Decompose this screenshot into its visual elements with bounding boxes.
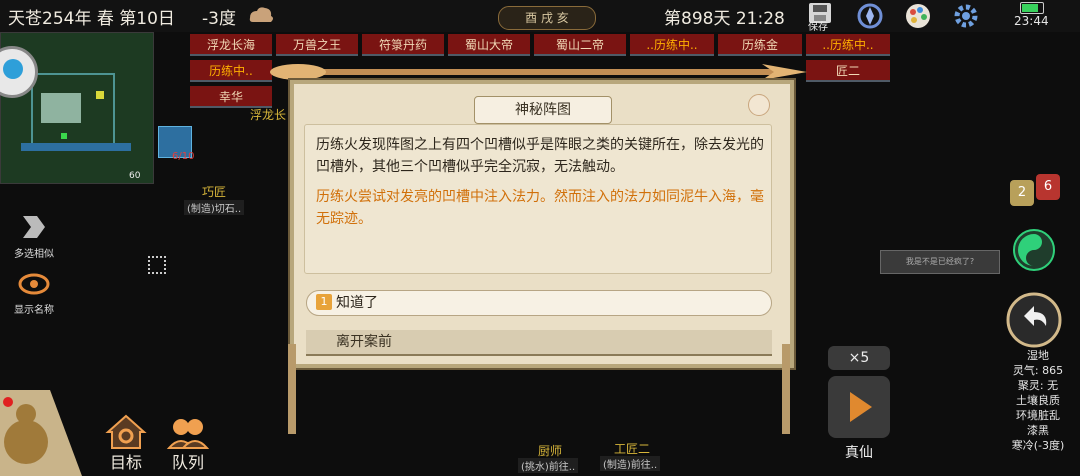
building-count: 6/10 — [172, 151, 195, 162]
show-names-button[interactable]: 显示名称 — [10, 270, 58, 316]
environment-info: 湿地 灵气: 865 聚灵: 无 土壤良质 环境脏乱 漆黑 寒冷(-3度) — [1006, 348, 1070, 453]
name-tag[interactable]: ..历练中.. — [630, 34, 714, 56]
play-button[interactable] — [828, 376, 890, 438]
avatar-icon[interactable] — [748, 94, 770, 116]
map-label-cook[interactable]: 厨师 — [538, 442, 562, 459]
name-tag[interactable]: 历练金 — [718, 34, 802, 56]
team-people-icon — [166, 419, 210, 449]
team-button[interactable]: 队列 — [166, 414, 210, 472]
multi-select-button[interactable]: 多选相似 — [10, 212, 58, 260]
map-toggle-icon — [3, 59, 23, 79]
name-tag[interactable]: 蜀山大帝 — [448, 34, 530, 56]
palette-icon[interactable] — [904, 2, 932, 30]
save-label: 保存 — [808, 22, 828, 33]
scroll-rod-top — [270, 64, 807, 80]
thought-tooltip[interactable]: 我是不是已经疯了? — [880, 250, 1000, 274]
name-tag[interactable]: 蜀山二帝 — [534, 34, 626, 56]
choice-number: 1 — [316, 294, 332, 310]
dialog-paragraph-1: 历练火发现阵图之上有四个凹槽似乎是阵眼之类的关键所在，除去发光的凹槽外，其他三个… — [316, 137, 764, 175]
map-label-craftsman-task: (制造)切石.. — [184, 200, 245, 215]
map-label-cook-task: (挑水)前往.. — [518, 458, 579, 473]
back-arrow-icon[interactable] — [1006, 292, 1062, 348]
target-button[interactable]: 目标 — [104, 414, 148, 472]
name-tag[interactable]: ..历练中.. — [806, 34, 890, 56]
taiji-icon[interactable] — [1012, 228, 1056, 272]
choice-ok-label: 知道了 — [336, 295, 378, 311]
target-house-icon — [105, 414, 147, 449]
scroll-tassel-left — [288, 344, 296, 434]
season-badge[interactable]: 酉 戌 亥 — [498, 6, 596, 30]
name-tag[interactable]: 幸华 — [190, 86, 272, 108]
temperature: -3度 — [202, 9, 236, 29]
gourd-icon[interactable] — [0, 390, 82, 476]
env-terrain: 湿地 — [1027, 349, 1049, 362]
env-light: 漆黑 — [1027, 424, 1049, 437]
battery-icon — [1020, 2, 1044, 14]
env-temperature: 寒冷(-3度) — [1011, 439, 1065, 452]
name-tag[interactable]: 万兽之王 — [276, 34, 358, 56]
map-label-craftsman[interactable]: 巧匠 — [202, 183, 226, 200]
minimap-small-count: 60 — [129, 171, 141, 181]
dialog-paragraph-2: 历练火尝试对发亮的凹槽中注入法力。然而注入的法力如同泥牛入海，毫无踪迹。 — [316, 189, 764, 227]
compass-icon[interactable] — [856, 2, 884, 30]
map-label-worker2[interactable]: 工匠二 — [614, 440, 650, 457]
env-gather: 聚灵: 无 — [1017, 379, 1059, 392]
notification-bubble[interactable]: 2 — [1010, 180, 1034, 206]
map-label-worker2-task: (制造)前往.. — [600, 456, 661, 471]
name-tag[interactable]: 浮龙长海 — [190, 34, 272, 56]
game-date: 天苍254年 春 第10日 — [8, 9, 175, 29]
multi-select-label: 多选相似 — [14, 249, 54, 260]
choice-leave-label: 离开案前 — [336, 334, 392, 350]
env-spirit: 灵气: 865 — [1012, 364, 1064, 377]
notification-bubble[interactable]: 6 — [1036, 174, 1060, 200]
day-time: 第898天 21:28 — [664, 9, 785, 29]
system-clock: 23:44 — [1014, 14, 1049, 28]
name-tag[interactable]: 符箓丹药 — [362, 34, 444, 56]
map-label-name[interactable]: 浮龙长 — [250, 106, 286, 123]
waypoint-icon[interactable] — [148, 256, 166, 274]
weather-cloud-icon — [249, 7, 273, 22]
show-names-label: 显示名称 — [14, 305, 54, 316]
play-label: 真仙 — [845, 445, 873, 461]
multi-select-icon — [23, 216, 45, 238]
save-button[interactable]: 保存 — [806, 2, 834, 33]
name-tag[interactable]: 历练中.. — [190, 60, 272, 82]
env-soil: 土壤良质 — [1016, 394, 1060, 407]
speed-multiplier[interactable]: ×5 — [828, 346, 890, 370]
play-icon — [850, 392, 872, 422]
dialog-title: 神秘阵图 — [474, 96, 612, 124]
target-label: 目标 — [109, 453, 142, 472]
scroll-tassel-right — [782, 344, 790, 434]
eye-icon — [18, 273, 50, 295]
env-cleanliness: 环境脏乱 — [1016, 409, 1060, 422]
team-label: 队列 — [171, 453, 204, 472]
settings-gear-icon[interactable] — [952, 2, 980, 30]
